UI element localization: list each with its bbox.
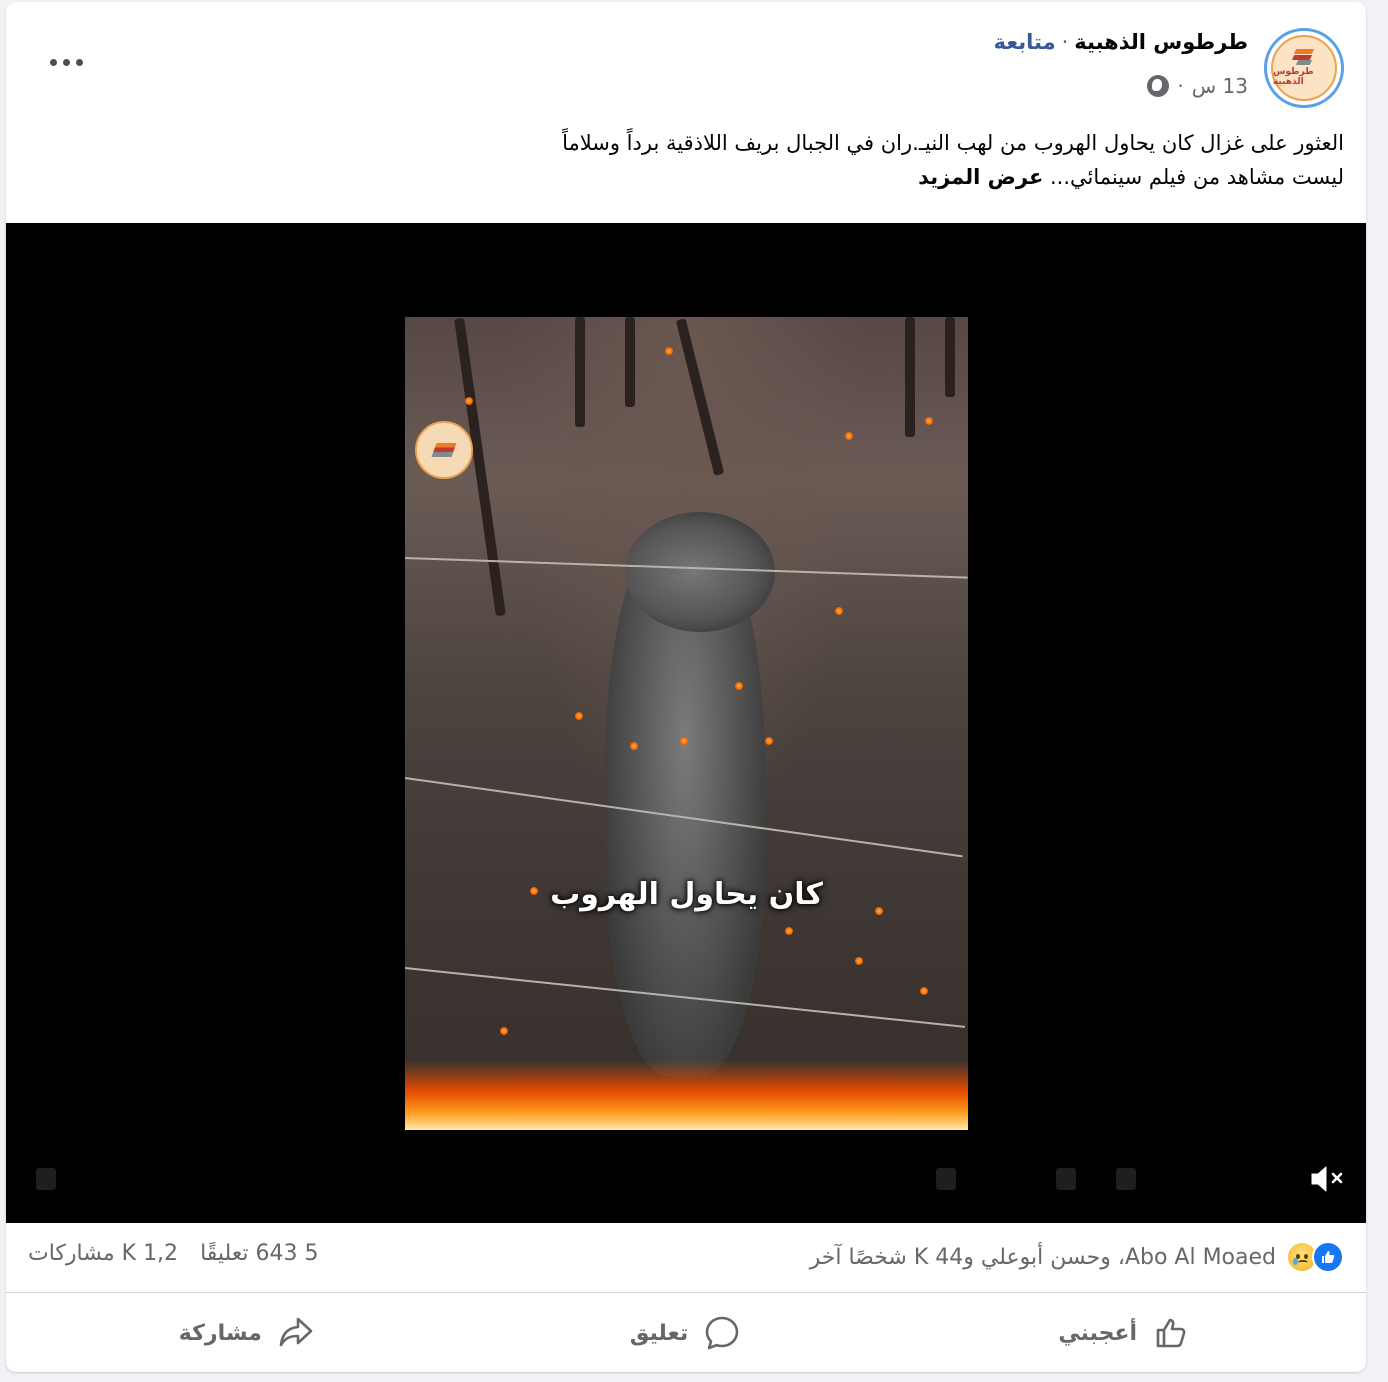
separator-dot: · (1177, 74, 1184, 98)
avatar-label: طرطوس الذهبية (1273, 67, 1314, 87)
post-header: طرطوس الذهبية طرطوس الذهبية·متابعة 13 س … (6, 2, 1366, 112)
video-player[interactable]: كان يحاول الهروب (6, 223, 1366, 1223)
like-label: أعجبني (1058, 1320, 1137, 1346)
post-actions: أعجبني تعليق مشاركة (28, 1294, 1344, 1372)
reaction-icons (1286, 1241, 1344, 1273)
globe-icon[interactable] (1147, 75, 1170, 97)
like-icon (1312, 1241, 1344, 1273)
animal-head (625, 512, 775, 632)
post-time-link[interactable]: 13 س (1192, 74, 1248, 98)
follow-link[interactable]: متابعة (994, 30, 1056, 54)
thumbs-up-icon (1156, 1318, 1186, 1348)
post-meta: 13 س · (1147, 74, 1248, 98)
share-button[interactable]: مشاركة (28, 1294, 467, 1372)
post-text-line-2: ليست مشاهد من فيلم سينمائي... عرض المزيد (144, 160, 1344, 194)
reactions-summary[interactable]: Abo Al Moaed، وحسن أبوعلي و44 K شخصًا آخ… (810, 1241, 1344, 1273)
comment-button[interactable]: تعليق (467, 1294, 906, 1372)
page-name-line: طرطوس الذهبية·متابعة (994, 30, 1248, 54)
video-frame: كان يحاول الهروب (405, 317, 968, 1130)
reactors-text[interactable]: Abo Al Moaed، وحسن أبوعلي و44 K شخصًا آخ… (810, 1245, 1276, 1270)
muted-speaker-icon[interactable] (1304, 1157, 1348, 1201)
fire-flames (405, 1060, 968, 1130)
comment-icon (705, 1316, 739, 1350)
post-text-line-2-content: ليست مشاهد من فيلم سينمائي... (1050, 165, 1344, 189)
separator-dot: · (1061, 30, 1069, 54)
share-label: مشاركة (178, 1320, 262, 1346)
watermark-logo-icon (415, 421, 473, 479)
page-logo-icon: طرطوس الذهبية (1271, 35, 1337, 101)
see-more-link[interactable]: عرض المزيد (918, 165, 1043, 189)
post-text: العثور على غزال كان يحاول الهروب من لهب … (144, 126, 1344, 194)
video-controls (36, 1168, 1236, 1192)
page-avatar[interactable]: طرطوس الذهبية (1264, 28, 1344, 108)
more-options-icon[interactable] (34, 38, 98, 86)
shares-count[interactable]: 1,2 K مشاركات (28, 1241, 178, 1266)
video-caption: كان يحاول الهروب (550, 877, 823, 912)
page-name-link[interactable]: طرطوس الذهبية (1074, 30, 1248, 54)
like-button[interactable]: أعجبني (905, 1294, 1344, 1372)
engagement-counts: 5 643 تعليقًا 1,2 K مشاركات (28, 1241, 319, 1266)
post-card: طرطوس الذهبية طرطوس الذهبية·متابعة 13 س … (6, 2, 1366, 1372)
post-stats: Abo Al Moaed، وحسن أبوعلي و44 K شخصًا آخ… (6, 1223, 1366, 1293)
comment-label: تعليق (629, 1320, 689, 1346)
comments-count[interactable]: 5 643 تعليقًا (200, 1241, 318, 1266)
share-icon (279, 1317, 313, 1347)
post-text-line-1: العثور على غزال كان يحاول الهروب من لهب … (562, 131, 1344, 155)
